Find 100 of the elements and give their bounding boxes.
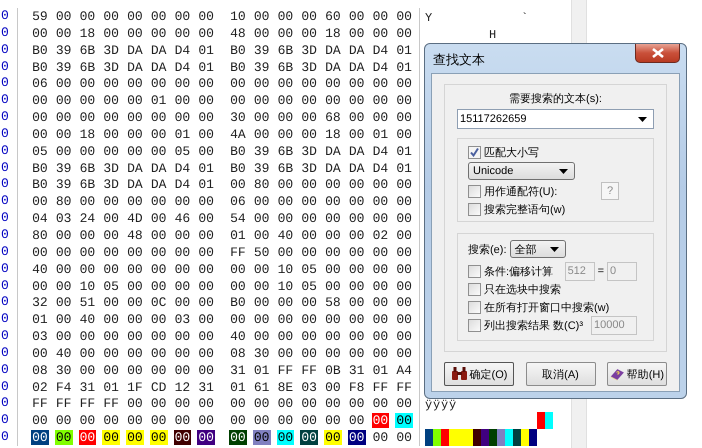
- hex-byte: 00: [372, 430, 390, 446]
- hex-byte: 00: [102, 9, 120, 24]
- offset-label: 0: [0, 294, 18, 312]
- scope-select[interactable]: 全部: [510, 240, 566, 258]
- hex-byte: 00: [324, 76, 342, 92]
- close-button[interactable]: [635, 44, 680, 63]
- hex-byte: DA: [324, 60, 342, 75]
- hex-byte: 00: [174, 278, 192, 294]
- hex-byte: 00: [31, 110, 49, 126]
- hex-byte: 01: [197, 160, 215, 176]
- hex-byte: 00: [395, 396, 413, 412]
- hex-byte: 46: [174, 211, 192, 226]
- hex-byte: 30: [229, 110, 247, 126]
- hex-byte: 00: [150, 346, 168, 361]
- hex-byte: 00: [324, 346, 342, 361]
- hex-byte: 00: [197, 126, 215, 142]
- hex-byte: 00: [174, 413, 192, 428]
- hex-byte: 00: [300, 110, 318, 126]
- checkbox[interactable]: [468, 146, 481, 158]
- hex-byte: 00: [276, 194, 294, 210]
- checkbox-label: 在所有打开窗口中搜索(w): [484, 300, 610, 314]
- hex-byte: 00: [324, 396, 342, 412]
- ok-button[interactable]: 确定(O): [444, 362, 514, 386]
- encoding-select[interactable]: Unicode: [468, 162, 575, 180]
- hex-byte: 80: [252, 177, 270, 192]
- hex-byte: 00: [31, 346, 49, 361]
- cancel-button[interactable]: 取消(A): [526, 362, 596, 386]
- hex-byte: 00: [102, 76, 120, 92]
- hex-byte: 00: [78, 228, 96, 243]
- hex-byte: DA: [126, 160, 144, 176]
- hex-byte: 6B: [276, 60, 294, 75]
- hex-byte: 00: [150, 76, 168, 92]
- hex-byte: 00: [197, 262, 215, 277]
- hex-byte: 00: [78, 329, 96, 344]
- hex-byte: 00: [197, 362, 215, 378]
- offset-label: 0: [0, 24, 18, 42]
- checkbox[interactable]: [468, 282, 481, 296]
- hex-byte: 10: [229, 9, 247, 24]
- hex-byte: DA: [126, 42, 144, 58]
- hex-byte: 05: [300, 262, 318, 277]
- hex-byte: 00: [324, 278, 342, 294]
- hex-byte: 00: [348, 76, 366, 92]
- hex-byte: 00: [126, 312, 144, 328]
- hex-byte: 00: [197, 194, 215, 210]
- hex-byte: 00: [78, 244, 96, 260]
- hex-byte: 00: [229, 93, 247, 108]
- hex-byte: 00: [348, 93, 366, 108]
- offset-label: 0: [0, 244, 18, 261]
- hex-byte: 00: [395, 93, 413, 108]
- hex-byte: 00: [252, 396, 270, 412]
- checkbox[interactable]: [468, 202, 481, 216]
- hex-byte: 00: [102, 126, 120, 142]
- hex-byte: 00: [102, 228, 120, 243]
- checkbox[interactable]: [468, 184, 481, 198]
- hex-byte: 00: [300, 194, 318, 210]
- hex-byte: 00: [126, 362, 144, 378]
- search-combo-field[interactable]: 15117262659: [457, 109, 654, 129]
- help-button[interactable]: 帮助(H): [607, 362, 667, 386]
- hex-byte: 00: [348, 346, 366, 361]
- offset-label: 0: [0, 109, 18, 126]
- hex-byte: 10: [276, 262, 294, 277]
- hex-byte: 00: [300, 396, 318, 412]
- hex-byte: 00: [150, 262, 168, 277]
- hex-byte: 31: [348, 362, 366, 378]
- hex-byte: 01: [229, 380, 247, 395]
- hex-byte: 31: [229, 362, 247, 378]
- hex-byte: 00: [150, 26, 168, 41]
- hex-byte: 00: [150, 9, 168, 24]
- hex-byte: 00: [252, 278, 270, 294]
- hex-byte: 01: [395, 144, 413, 159]
- hex-byte: 00: [174, 110, 192, 126]
- offset-label: 0: [0, 210, 18, 227]
- hex-byte: 00: [348, 110, 366, 126]
- hex-byte: 00: [54, 144, 72, 159]
- hex-byte: D4: [174, 177, 192, 192]
- hex-byte: 00: [150, 211, 168, 226]
- hex-byte: 00: [31, 26, 49, 41]
- hex-byte: 00: [229, 430, 247, 446]
- hex-byte: 39: [252, 144, 270, 159]
- hex-byte: F8: [348, 380, 366, 395]
- hex-byte: 00: [372, 177, 390, 192]
- hex-byte: 00: [252, 312, 270, 328]
- hex-byte: 00: [31, 194, 49, 210]
- hex-byte: 00: [126, 262, 144, 277]
- hex-byte: 00: [54, 430, 72, 446]
- hex-byte: DA: [348, 42, 366, 58]
- hex-byte: 40: [276, 228, 294, 243]
- hex-byte: 39: [252, 42, 270, 58]
- hex-byte: DA: [126, 60, 144, 75]
- checkbox[interactable]: [468, 264, 481, 278]
- hex-byte: 00: [102, 295, 120, 310]
- hex-byte: 00: [252, 194, 270, 210]
- checkbox-label: 搜索完整语句(w): [484, 202, 566, 216]
- checkbox[interactable]: [468, 318, 481, 332]
- hex-byte: 00: [372, 110, 390, 126]
- hex-byte: 00: [395, 110, 413, 126]
- checkbox[interactable]: [468, 300, 481, 314]
- search-scope-label: 搜索(e):: [468, 242, 506, 256]
- hex-byte: 00: [300, 329, 318, 344]
- hex-byte: 00: [252, 93, 270, 108]
